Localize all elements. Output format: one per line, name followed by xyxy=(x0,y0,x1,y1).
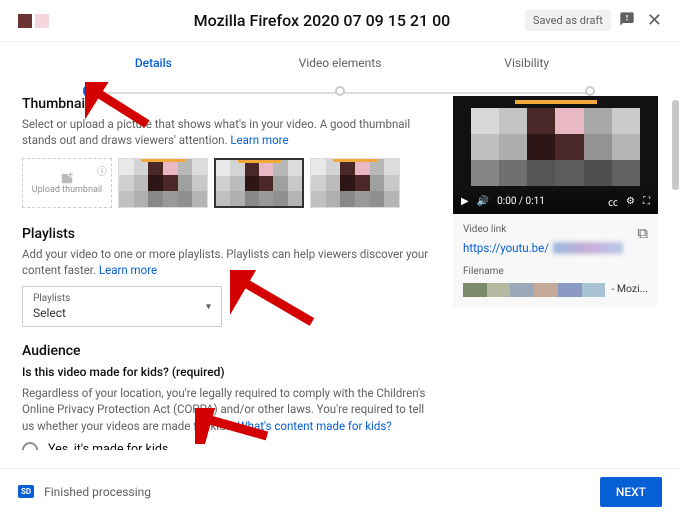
radio-made-for-kids[interactable]: Yes, it's made for kids xyxy=(22,442,433,450)
upload-thumbnail-button[interactable]: ⓘUpload thumbnail xyxy=(22,158,112,208)
volume-icon[interactable]: 🔊 xyxy=(477,196,489,207)
audience-subheading: Is this video made for kids? (required) xyxy=(22,365,433,379)
video-link[interactable]: https://youtu.be/ xyxy=(463,241,549,255)
subtitles-icon[interactable]: ㏄ xyxy=(608,194,618,209)
scrollbar[interactable] xyxy=(672,100,679,190)
audience-learn-more[interactable]: What's content made for kids? xyxy=(237,419,391,433)
thumbnail-learn-more[interactable]: Learn more xyxy=(230,133,288,147)
next-button[interactable]: NEXT xyxy=(600,477,662,507)
draft-status: Saved as draft xyxy=(525,10,611,31)
video-id-redacted xyxy=(553,242,623,254)
playlists-select[interactable]: Playlists Select xyxy=(22,286,222,327)
filename-label: Filename xyxy=(463,266,648,277)
step-details[interactable]: Details xyxy=(60,56,247,70)
video-time: 0:00 / 0:11 xyxy=(497,196,545,207)
thumbnail-description: Select or upload a picture that shows wh… xyxy=(22,116,433,148)
audience-description: Regardless of your location, you're lega… xyxy=(22,385,433,433)
sd-badge: SD xyxy=(18,485,34,498)
step-visibility[interactable]: Visibility xyxy=(433,56,620,70)
settings-icon[interactable]: ⚙ xyxy=(626,196,635,207)
close-icon[interactable]: ✕ xyxy=(647,10,662,31)
feedback-icon[interactable] xyxy=(619,11,635,31)
playlists-learn-more[interactable]: Learn more xyxy=(99,263,157,277)
video-preview[interactable]: ▶ 🔊 0:00 / 0:11 ㏄ ⚙ ⛶ xyxy=(453,96,658,214)
step-video-elements[interactable]: Video elements xyxy=(247,56,434,70)
fullscreen-icon[interactable]: ⛶ xyxy=(643,196,650,207)
audience-heading: Audience xyxy=(22,343,433,359)
playlists-description: Add your video to one or more playlists.… xyxy=(22,246,433,278)
thumbnail-heading: Thumbnail xyxy=(22,96,433,112)
processing-status: Finished processing xyxy=(44,485,600,499)
thumbnail-option-2[interactable] xyxy=(214,158,304,208)
video-thumbnail-mini xyxy=(18,14,49,28)
play-icon[interactable]: ▶ xyxy=(461,196,469,207)
thumbnail-option-3[interactable] xyxy=(310,158,400,208)
video-title: Mozilla Firefox 2020 07 09 15 21 00 xyxy=(69,11,525,30)
filename-redacted xyxy=(463,283,605,297)
thumbnail-option-1[interactable] xyxy=(118,158,208,208)
playlists-heading: Playlists xyxy=(22,226,433,242)
video-link-label: Video link xyxy=(463,224,648,235)
help-icon[interactable]: ⓘ xyxy=(97,163,107,178)
copy-link-icon[interactable]: ⧉ xyxy=(637,224,648,242)
